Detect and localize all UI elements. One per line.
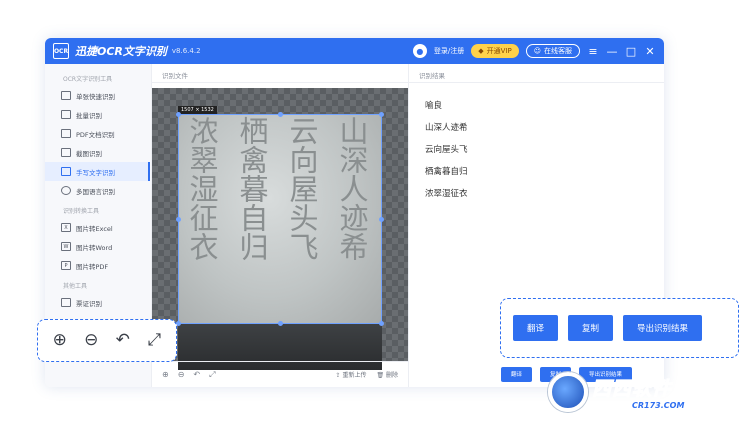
crop-handle[interactable] bbox=[278, 112, 283, 117]
file-panel: 识别文件 山深人迹希 云向屋头飞 栖禽暮自归 浓翠湿征衣 1507 × 1532 bbox=[152, 64, 408, 387]
word-icon: W bbox=[61, 242, 71, 251]
app-version: v8.6.4.2 bbox=[171, 47, 201, 55]
watermark-url: CR173.COM bbox=[632, 401, 685, 410]
crop-handle[interactable] bbox=[379, 112, 384, 117]
sidebar-item-label: 批量识别 bbox=[76, 111, 102, 120]
watermark-name-a: 西西 bbox=[591, 378, 633, 401]
fit-icon[interactable]: ⤢ bbox=[209, 370, 215, 380]
reupload-label: 重新上传 bbox=[342, 372, 367, 379]
app-logo-icon: OCR bbox=[53, 43, 69, 59]
result-line: 云向屋头飞 bbox=[425, 145, 468, 155]
delete-button[interactable]: 🗑 删除 bbox=[376, 370, 398, 379]
sidebar-group-other: 其他工具 bbox=[63, 283, 88, 290]
crop-handle[interactable] bbox=[176, 112, 181, 117]
result-panel-title: 识别结果 bbox=[409, 64, 664, 83]
crop-handle[interactable] bbox=[379, 217, 384, 222]
sidebar-item-label: 截图识别 bbox=[76, 149, 102, 158]
sidebar-item-excel[interactable]: X 图片转Excel bbox=[45, 218, 150, 237]
watermark-logo-icon bbox=[548, 372, 588, 412]
vip-button[interactable]: ◆ 开通VIP bbox=[471, 44, 519, 58]
ticket-icon bbox=[61, 298, 71, 307]
rotate-icon[interactable]: ↶ bbox=[114, 332, 132, 350]
result-line: 栖禽暮自归 bbox=[425, 167, 468, 177]
image-preview[interactable]: 山深人迹希 云向屋头飞 栖禽暮自归 浓翠湿征衣 1507 × 1532 bbox=[152, 88, 408, 370]
crop-icon bbox=[61, 148, 71, 157]
zoom-out-icon[interactable]: ⊖ bbox=[178, 370, 185, 379]
sidebar-item-multilang[interactable]: 多国语言识别 bbox=[45, 181, 150, 200]
close-icon[interactable]: ✕ bbox=[644, 45, 656, 58]
user-icon: ☺ bbox=[533, 47, 541, 55]
title-bar: OCR 迅捷OCR文字识别 v8.6.4.2 ● 登录/注册 ◆ 开通VIP ☺ 在… bbox=[45, 38, 664, 64]
sidebar-item-single[interactable]: 单张快速识别 bbox=[45, 86, 150, 105]
sidebar-group-ocr: OCR文字识别工具 bbox=[63, 76, 113, 83]
sidebar-item-topdf[interactable]: P 图片转PDF bbox=[45, 256, 150, 275]
export-result-button[interactable]: 导出识别结果 bbox=[623, 315, 703, 341]
zoom-in-icon[interactable]: ⊕ bbox=[162, 370, 169, 379]
image-size-label: 1507 × 1532 bbox=[178, 106, 217, 114]
sidebar-item-batch[interactable]: 批量识别 bbox=[45, 105, 150, 124]
delete-label: 删除 bbox=[385, 372, 398, 379]
sidebar-item-label: 图片转PDF bbox=[76, 262, 109, 271]
result-text[interactable]: 喻良 山深人迹希 云向屋头飞 栖禽暮自归 浓翠湿征衣 bbox=[409, 83, 664, 209]
avatar-icon[interactable]: ● bbox=[412, 44, 427, 58]
result-line: 浓翠湿征衣 bbox=[425, 189, 468, 199]
crop-handle[interactable] bbox=[278, 321, 283, 326]
sidebar-item-label: 多国语言识别 bbox=[76, 187, 115, 196]
fit-icon[interactable]: ⤢ bbox=[145, 332, 163, 350]
sidebar-item-label: 手写文字识别 bbox=[76, 168, 115, 177]
watermark-name-b: 软件园 bbox=[632, 378, 693, 401]
sidebar-item-label: 单张快速识别 bbox=[76, 92, 115, 101]
sidebar-item-screenshot[interactable]: 截图识别 bbox=[45, 143, 150, 162]
result-line: 山深人迹希 bbox=[425, 123, 468, 133]
translate-button[interactable]: 翻译 bbox=[513, 315, 559, 341]
sidebar-item-ticket[interactable]: 票证识别 bbox=[45, 293, 150, 312]
minimize-icon[interactable]: — bbox=[606, 45, 618, 58]
pen-icon bbox=[61, 167, 71, 176]
maximize-icon[interactable]: □ bbox=[625, 45, 637, 58]
crop-handle[interactable] bbox=[176, 217, 181, 222]
rotate-icon[interactable]: ↶ bbox=[193, 370, 200, 379]
pdf-file-icon: P bbox=[61, 261, 71, 270]
zoom-out-icon[interactable]: ⊖ bbox=[82, 332, 100, 350]
file-toolbar: ⊕ ⊖ ↶ ⤢ ⇪ 重新上传 🗑 删除 bbox=[152, 361, 408, 387]
online-service-button[interactable]: ☺ 在线客服 bbox=[525, 44, 580, 58]
excel-icon: X bbox=[61, 223, 71, 232]
watermark-name: 西西软件园 bbox=[591, 374, 693, 401]
reupload-button[interactable]: ⇪ 重新上传 bbox=[336, 370, 367, 379]
crop-handle[interactable] bbox=[379, 321, 384, 326]
sidebar-item-pdf[interactable]: PDF文档识别 bbox=[45, 124, 150, 143]
pdf-icon bbox=[61, 129, 71, 138]
vip-label: 开通VIP bbox=[486, 47, 512, 55]
sidebar-item-label: 票证识别 bbox=[76, 299, 102, 308]
service-label: 在线客服 bbox=[544, 47, 572, 55]
crop-frame[interactable] bbox=[176, 112, 384, 326]
sidebar-item-label: 图片转Excel bbox=[76, 224, 113, 233]
sidebar-group-convert: 识别转换工具 bbox=[63, 208, 100, 215]
action-buttons-callout: 翻译 复制 导出识别结果 bbox=[500, 298, 739, 358]
sidebar-item-label: PDF文档识别 bbox=[76, 130, 115, 139]
zoom-in-icon[interactable]: ⊕ bbox=[51, 332, 69, 350]
screenshot-stage: OCR 迅捷OCR文字识别 v8.6.4.2 ● 登录/注册 ◆ 开通VIP ☺ 在… bbox=[0, 0, 751, 422]
app-title: 迅捷OCR文字识别 bbox=[75, 45, 167, 58]
result-line: 喻良 bbox=[425, 101, 443, 111]
sidebar-item-handwriting[interactable]: 手写文字识别 bbox=[45, 162, 150, 181]
sidebar-item-word[interactable]: W 图片转Word bbox=[45, 237, 150, 256]
site-watermark: 西西软件园 CR173.COM bbox=[548, 370, 738, 414]
upload-icon bbox=[61, 91, 71, 100]
menu-icon[interactable]: ≡ bbox=[587, 45, 599, 58]
login-link[interactable]: 登录/注册 bbox=[434, 46, 464, 56]
copy-button[interactable]: 复制 bbox=[568, 315, 614, 341]
zoom-toolbar-callout: ⊕ ⊖ ↶ ⤢ bbox=[37, 319, 177, 362]
stack-icon bbox=[61, 110, 71, 119]
sidebar-item-label: 图片转Word bbox=[76, 243, 113, 252]
translate-button-small[interactable]: 翻译 bbox=[501, 366, 533, 382]
file-panel-title: 识别文件 bbox=[152, 64, 408, 83]
globe-icon bbox=[61, 186, 71, 195]
diamond-icon: ◆ bbox=[478, 47, 484, 55]
